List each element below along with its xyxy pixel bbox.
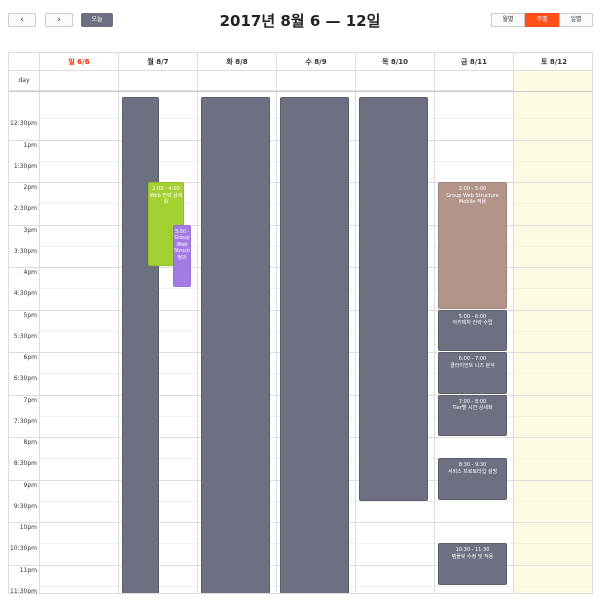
calendar-event[interactable]: 3:00 -Group Web Structure 정의 bbox=[173, 224, 191, 288]
month-view-button[interactable]: 월별 bbox=[491, 13, 525, 27]
view-switcher: 월별 주별 일별 bbox=[491, 13, 593, 27]
day-header-3[interactable]: 수 8/9 bbox=[276, 53, 355, 71]
all-day-cell[interactable] bbox=[197, 71, 276, 91]
time-label: 11pm bbox=[19, 566, 37, 574]
time-grid[interactable]: 12:30pm 1pm 1:30pm 2pm 2:30pm 3pm 3:30pm 4pm 4:3… bbox=[9, 91, 592, 594]
day-header-0[interactable]: 일 6/6 bbox=[39, 53, 118, 71]
calendar-event[interactable]: 8:30 - 9:30 서비스 프로토타입 설명 bbox=[438, 458, 507, 500]
time-label: 10:30pm bbox=[10, 545, 37, 553]
time-label: 4pm bbox=[23, 269, 37, 276]
time-label: 9:30pm bbox=[13, 502, 37, 510]
time-label: 2pm bbox=[23, 184, 37, 191]
event-title: 클라이언트 니즈 분석 bbox=[450, 362, 495, 369]
day-view-button[interactable]: 일별 bbox=[559, 13, 593, 27]
calendar-event[interactable]: 2:00 - 5:00 Group Web Structure Mobile 적용 bbox=[438, 182, 507, 309]
day-header-6[interactable]: 토 8/12 bbox=[513, 53, 592, 71]
calendar-toolbar: ‹ › 오늘 2017년 8월 6 — 12일 월별 주별 일별 bbox=[0, 0, 600, 40]
busy-block[interactable] bbox=[359, 97, 428, 501]
column-divider bbox=[197, 92, 198, 593]
time-label: 8pm bbox=[23, 439, 37, 446]
column-divider bbox=[513, 92, 514, 593]
week-grid: 일 6/6 월 8/7 화 8/8 수 8/9 목 8/10 금 8/11 토 8/12 d… bbox=[8, 52, 593, 594]
all-day-cell[interactable] bbox=[434, 71, 513, 91]
busy-block[interactable] bbox=[280, 97, 349, 593]
time-label: 6pm bbox=[23, 354, 37, 361]
event-title: Tier별 시안 상세화 bbox=[452, 405, 493, 411]
time-label: 4:30pm bbox=[13, 290, 37, 298]
all-day-cell[interactable] bbox=[118, 71, 197, 91]
event-time: 2:00 - 4:00 bbox=[152, 186, 180, 192]
busy-block[interactable] bbox=[122, 97, 159, 593]
time-label: 9pm bbox=[23, 481, 37, 489]
column-divider bbox=[276, 92, 277, 593]
all-day-row: day bbox=[9, 71, 592, 91]
all-day-cell[interactable] bbox=[355, 71, 434, 91]
time-label: 7pm bbox=[23, 396, 37, 404]
event-title: Group Web Structure Mobile 적용 bbox=[446, 192, 499, 206]
day-header-5[interactable]: 금 8/11 bbox=[434, 53, 513, 71]
column-divider bbox=[355, 92, 356, 593]
column-divider bbox=[39, 92, 40, 593]
all-day-cell[interactable] bbox=[39, 71, 118, 91]
time-label: 3:30pm bbox=[13, 247, 37, 255]
time-label: 10pm bbox=[19, 524, 37, 531]
calendar-event[interactable]: 10:30 - 11:30 템플릿 수정 및 적용 bbox=[438, 543, 507, 585]
column-divider bbox=[118, 92, 119, 593]
time-label: 7:30pm bbox=[13, 417, 37, 425]
event-title: Web 전략 상세화 bbox=[149, 192, 183, 206]
day-header-row: 일 6/6 월 8/7 화 8/8 수 8/9 목 8/10 금 8/11 토 8/12 bbox=[9, 53, 592, 71]
week-view-button[interactable]: 주별 bbox=[525, 13, 559, 27]
time-label: 11:30pm bbox=[10, 587, 37, 594]
time-label: 6:30pm bbox=[13, 375, 37, 383]
column-divider bbox=[434, 92, 435, 593]
time-label: 5:30pm bbox=[13, 332, 37, 340]
all-day-cell[interactable] bbox=[513, 71, 592, 91]
event-title: 서비스 프로토타입 설명 bbox=[447, 468, 498, 475]
time-label: 12:30pm bbox=[10, 120, 37, 128]
event-title: 템플릿 수정 및 적용 bbox=[451, 553, 494, 560]
all-day-cell[interactable] bbox=[276, 71, 355, 91]
all-day-label: day bbox=[18, 77, 30, 84]
day-header-2[interactable]: 화 8/8 bbox=[197, 53, 276, 71]
day-header-1[interactable]: 월 8/7 bbox=[118, 53, 197, 71]
time-label: 3pm bbox=[23, 226, 37, 234]
event-title: Group Web Structure 정의 bbox=[174, 235, 190, 261]
time-label: 8:30pm bbox=[13, 460, 37, 468]
calendar-event[interactable]: 5:00 - 6:00 아키텍처 전략 수립 bbox=[438, 309, 507, 351]
calendar-event[interactable]: 6:00 - 7:00 클라이언트 니즈 분석 bbox=[438, 352, 507, 394]
weekend-column-bg bbox=[513, 92, 592, 593]
time-label: 1pm bbox=[23, 141, 37, 149]
time-label: 1:30pm bbox=[13, 162, 37, 170]
event-title: 아키텍처 전략 수립 bbox=[452, 320, 493, 326]
day-header-4[interactable]: 목 8/10 bbox=[355, 53, 434, 71]
busy-block[interactable] bbox=[201, 97, 270, 593]
calendar-event[interactable]: 7:00 - 8:00 Tier별 시안 상세화 bbox=[438, 394, 507, 436]
time-label: 2:30pm bbox=[13, 205, 37, 213]
time-label: 5pm bbox=[23, 311, 37, 319]
